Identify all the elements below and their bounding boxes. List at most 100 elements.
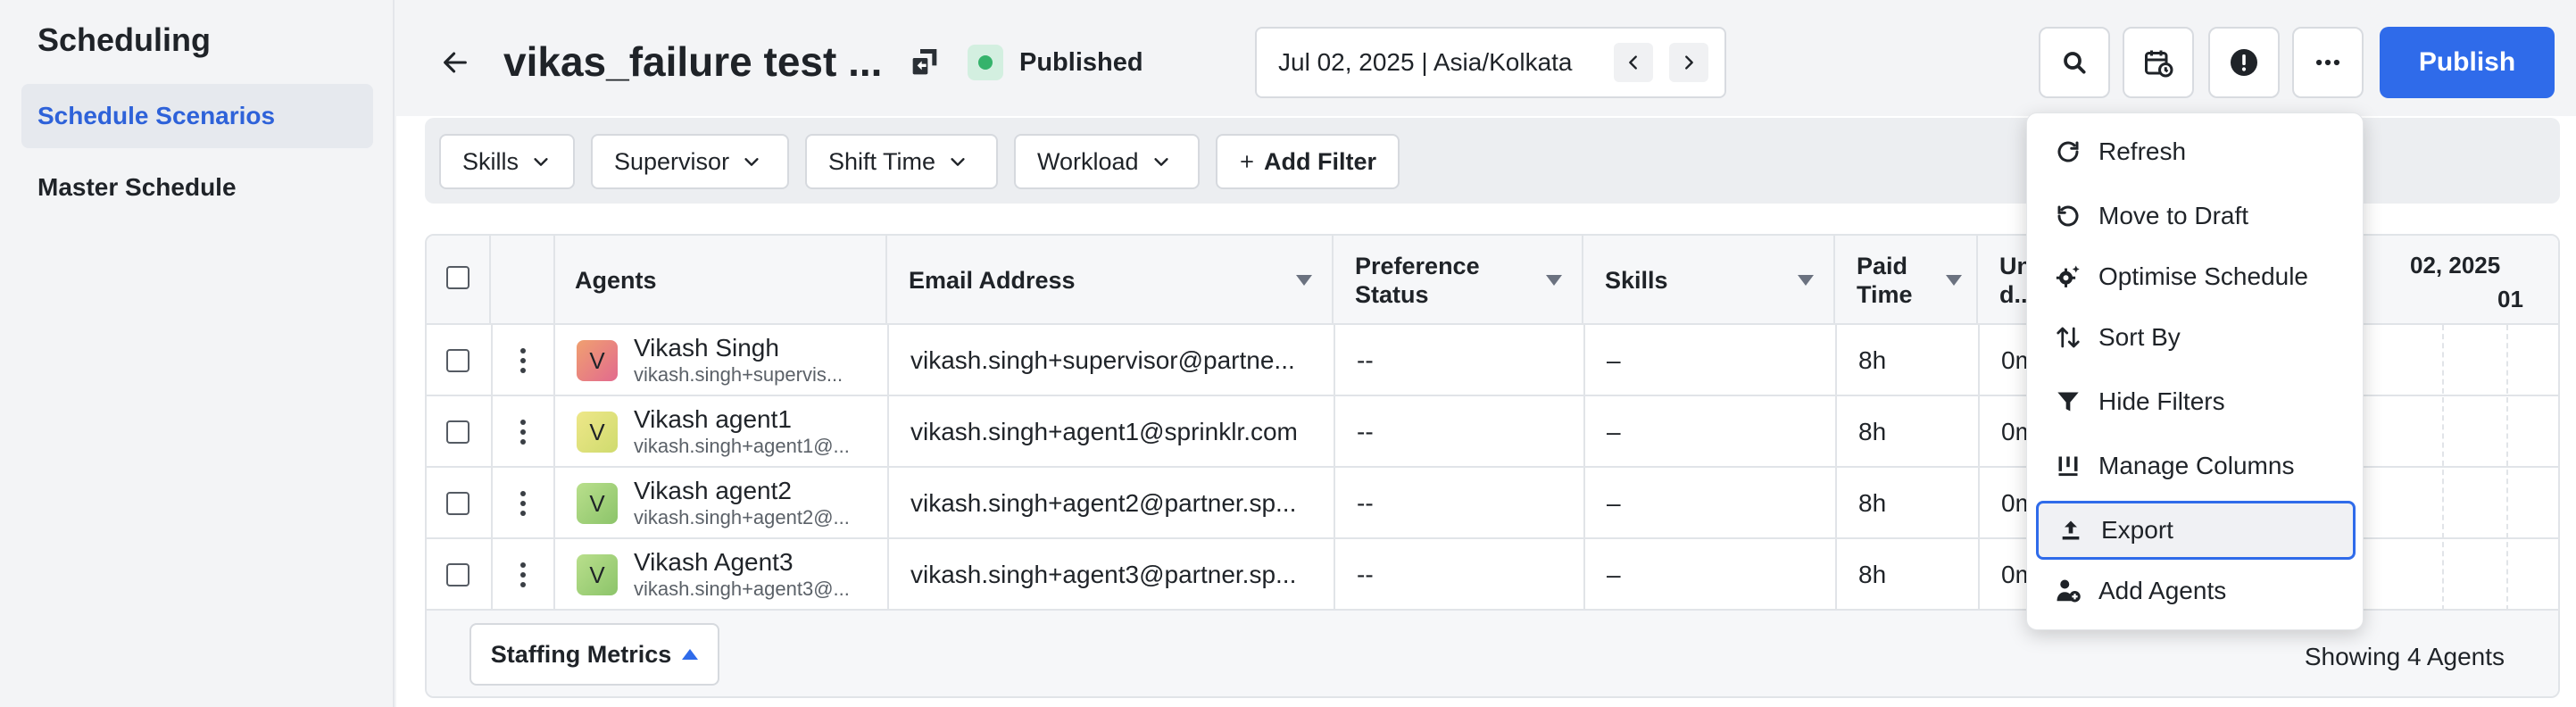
avatar: V — [577, 340, 618, 381]
preference-cell: -- — [1334, 468, 1583, 539]
menu-item-label: Move to Draft — [2098, 202, 2249, 229]
chevron-left-icon — [1629, 55, 1637, 70]
preference-cell: -- — [1334, 396, 1583, 468]
sort-arrow-icon[interactable] — [1296, 275, 1312, 286]
row-checkbox[interactable] — [446, 563, 469, 586]
row-actions[interactable] — [491, 468, 555, 539]
filter-shift-time[interactable]: Shift Time — [805, 134, 998, 189]
agent-cell[interactable]: V Vikash agent1 vikash.singh+agent1@... — [577, 396, 880, 468]
timeline-date: 02, 2025 — [2410, 252, 2501, 279]
sort-arrow-icon[interactable] — [1946, 275, 1962, 286]
filter-label: Supervisor — [614, 147, 730, 175]
add-filter-label: Add Filter — [1264, 147, 1376, 175]
alert-button[interactable] — [2208, 27, 2280, 98]
agent-info: Vikash agent2 vikash.singh+agent2@... — [634, 477, 850, 530]
sort-arrow-icon[interactable] — [1798, 275, 1814, 286]
skills-cell: – — [1583, 325, 1835, 396]
menu-item-move-to-draft[interactable]: Move to Draft — [2036, 187, 2356, 245]
columns-icon — [2054, 452, 2082, 480]
agent-cell[interactable]: V Vikash Singh vikash.singh+supervis... — [577, 325, 880, 396]
header-preference-col[interactable]: Preference Status — [1334, 236, 1583, 323]
row-checkbox[interactable] — [446, 420, 469, 444]
chevron-down-icon — [951, 158, 965, 166]
menu-item-hide-filters[interactable]: Hide Filters — [2036, 372, 2356, 431]
agent-cell[interactable]: V Vikash agent2 vikash.singh+agent2@... — [577, 468, 880, 539]
avatar: V — [577, 412, 618, 453]
header-email-col[interactable]: Email Address — [887, 236, 1334, 323]
page-header: vikas_failure test ... Published Jul 02,… — [396, 0, 2576, 116]
menu-item-sort-by[interactable]: Sort By — [2036, 308, 2356, 367]
timeline-hour: 01 — [2497, 286, 2523, 312]
agent-cell[interactable]: V Vikash Agent3 vikash.singh+agent3@... — [577, 539, 880, 611]
optimise-gear-icon — [2054, 262, 2082, 291]
sidebar-item-schedule-scenarios[interactable]: Schedule Scenarios — [21, 84, 373, 148]
filter-icon — [2054, 387, 2082, 416]
row-checkbox-cell — [446, 468, 469, 539]
staffing-metrics-button[interactable]: Staffing Metrics — [469, 623, 719, 686]
back-button[interactable] — [436, 43, 475, 82]
staffing-metrics-label: Staffing Metrics — [490, 640, 672, 668]
sidebar-item-master-schedule[interactable]: Master Schedule — [21, 155, 373, 220]
agent-name: Vikash agent2 — [634, 477, 792, 504]
publish-button[interactable]: Publish — [2380, 27, 2555, 98]
filter-supervisor[interactable]: Supervisor — [591, 134, 789, 189]
prev-date-button[interactable] — [1614, 43, 1653, 82]
paid-time-cell: 8h — [1835, 396, 1978, 468]
header-actions-col — [491, 236, 555, 323]
more-vertical-icon[interactable] — [520, 420, 526, 445]
filter-skills[interactable]: Skills — [439, 134, 575, 189]
paid-time-cell: 8h — [1835, 468, 1978, 539]
menu-item-label: Hide Filters — [2098, 387, 2225, 415]
agent-name: Vikash agent1 — [634, 405, 792, 433]
filter-workload[interactable]: Workload — [1014, 134, 1200, 189]
paid-time-cell: 8h — [1835, 539, 1978, 611]
more-vertical-icon[interactable] — [520, 562, 526, 587]
menu-item-export[interactable]: Export — [2036, 501, 2356, 560]
page-title: vikas_failure test ... — [503, 38, 883, 85]
status-text: Published — [1019, 47, 1143, 77]
email-cell: vikash.singh+agent3@partner.sp... — [887, 539, 1334, 611]
menu-item-manage-columns[interactable]: Manage Columns — [2036, 437, 2356, 495]
sidebar-title: Scheduling — [37, 21, 212, 58]
calendar-button[interactable] — [2123, 27, 2194, 98]
search-button[interactable] — [2039, 27, 2110, 98]
row-checkbox-cell — [446, 539, 469, 611]
more-vertical-icon[interactable] — [520, 348, 526, 373]
paid-time-cell: 8h — [1835, 325, 1978, 396]
row-actions[interactable] — [491, 539, 555, 611]
filter-label: Workload — [1037, 147, 1139, 175]
header-skills-col[interactable]: Skills — [1583, 236, 1835, 323]
email-cell: vikash.singh+supervisor@partne... — [887, 325, 1334, 396]
row-checkbox[interactable] — [446, 349, 469, 372]
email-cell: vikash.singh+agent2@partner.sp... — [887, 468, 1334, 539]
agent-subtitle: vikash.singh+agent2@... — [634, 506, 850, 528]
row-actions[interactable] — [491, 396, 555, 468]
preference-cell: -- — [1334, 539, 1583, 611]
next-date-button[interactable] — [1669, 43, 1708, 82]
row-checkbox[interactable] — [446, 492, 469, 515]
row-actions[interactable] — [491, 325, 555, 396]
caret-up-icon — [682, 649, 699, 660]
agent-name: Vikash Agent3 — [634, 548, 794, 576]
more-options-button[interactable] — [2292, 27, 2364, 98]
skills-cell: – — [1583, 468, 1835, 539]
select-all-checkbox[interactable] — [446, 266, 469, 289]
menu-item-optimise-schedule[interactable]: Optimise Schedule — [2036, 247, 2356, 306]
more-vertical-icon[interactable] — [520, 491, 526, 516]
menu-item-label: Manage Columns — [2098, 452, 2295, 479]
menu-item-label: Optimise Schedule — [2098, 262, 2309, 290]
menu-item-add-agents[interactable]: Add Agents — [2036, 561, 2356, 620]
agent-info: Vikash agent1 vikash.singh+agent1@... — [634, 405, 850, 459]
header-agents-col[interactable]: Agents — [555, 236, 887, 323]
menu-item-refresh[interactable]: Refresh — [2036, 122, 2356, 181]
plus-icon — [1241, 155, 1253, 168]
header-agents: Agents — [575, 267, 657, 294]
duplicate-icon[interactable] — [907, 45, 943, 80]
more-options-menu: Refresh Move to Draft Optimise Schedule … — [2026, 112, 2364, 630]
status-badge: Published — [968, 45, 1143, 80]
add-filter-button[interactable]: Add Filter — [1216, 134, 1400, 189]
header-paid-time-col[interactable]: Paid Time — [1835, 236, 1978, 323]
date-selector[interactable]: Jul 02, 2025 | Asia/Kolkata — [1255, 27, 1726, 98]
skills-cell: – — [1583, 539, 1835, 611]
sort-arrow-icon[interactable] — [1546, 275, 1562, 286]
